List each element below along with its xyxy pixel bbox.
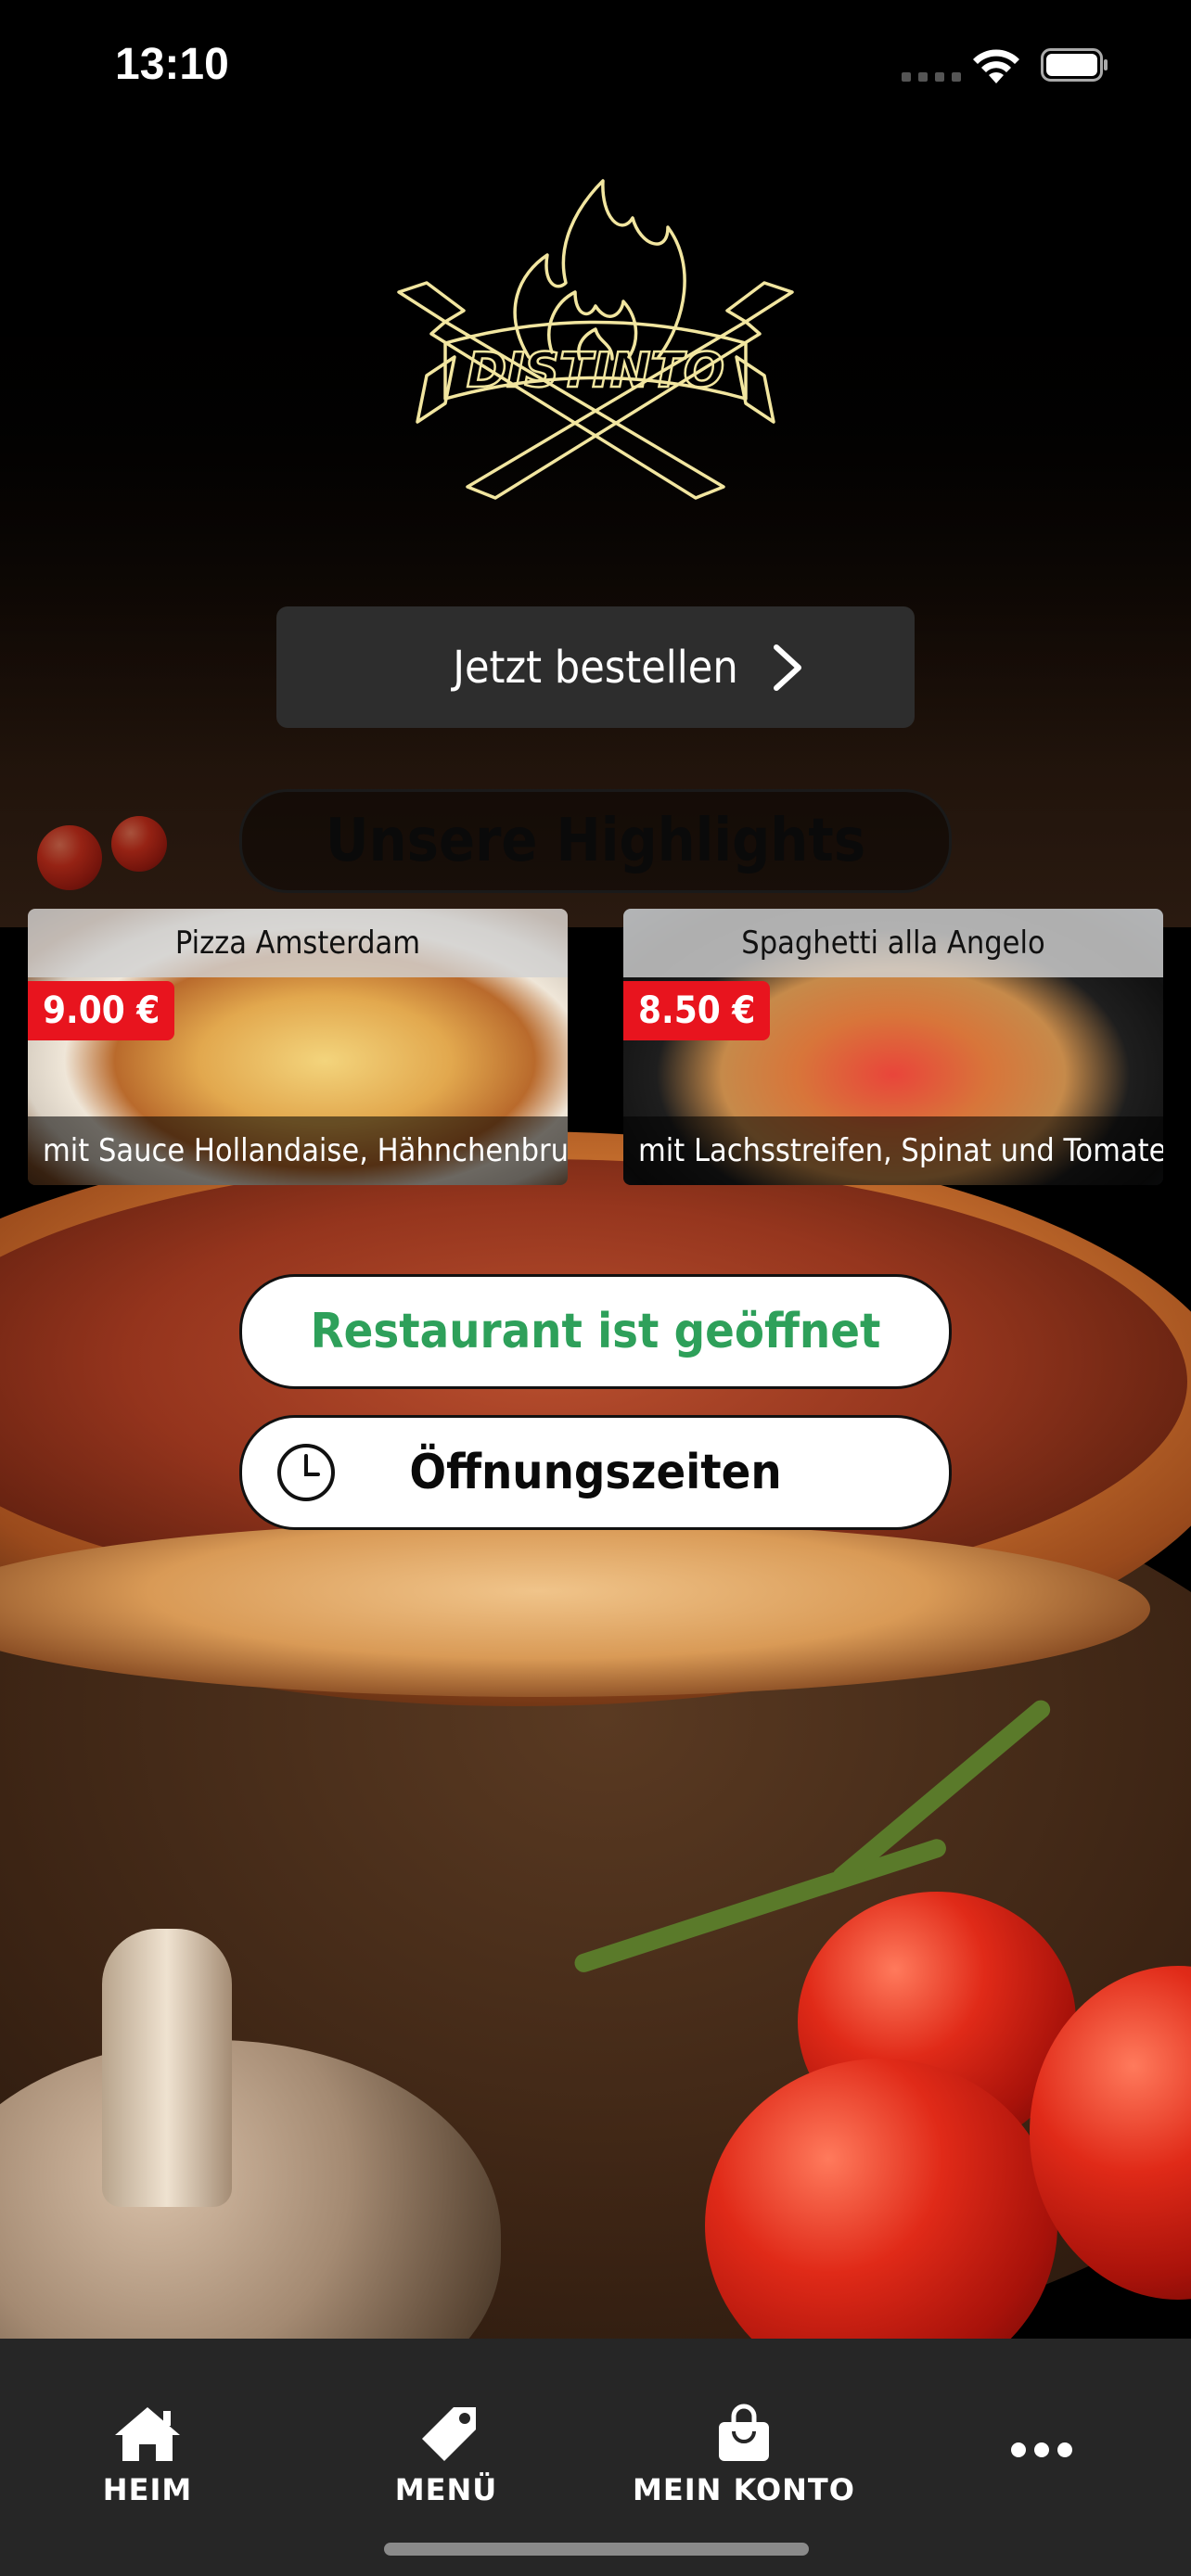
highlights-title: Unsere Highlights bbox=[239, 789, 952, 893]
highlight-card[interactable]: Pizza Amsterdam 9.00 € mit Sauce Holland… bbox=[28, 909, 568, 1185]
tab-label: MENÜ bbox=[394, 2472, 498, 2507]
order-now-button[interactable]: Jetzt bestellen bbox=[276, 606, 915, 728]
tab-label: MEIN KONTO bbox=[633, 2472, 855, 2507]
opening-hours-label: Öffnungszeiten bbox=[409, 1445, 782, 1500]
clock-icon bbox=[277, 1444, 335, 1501]
battery-icon bbox=[1041, 48, 1108, 82]
distinto-logo: DISTINTO bbox=[397, 179, 794, 500]
tab-more[interactable] bbox=[921, 2441, 1162, 2459]
status-bar: 13:10 bbox=[0, 0, 1191, 130]
highlight-card[interactable]: Spaghetti alla Angelo 8.50 € mit Lachsst… bbox=[623, 909, 1163, 1185]
shopping-bag-icon bbox=[719, 2404, 769, 2461]
home-icon bbox=[115, 2407, 180, 2461]
chevron-right-icon bbox=[774, 644, 801, 691]
dish-description: mit Sauce Hollandaise, Hähnchenbrustfile… bbox=[28, 1116, 568, 1185]
tab-bar: HEIM MENÜ MEIN KONTO bbox=[0, 2339, 1191, 2576]
restaurant-status-button[interactable]: Restaurant ist geöffnet bbox=[239, 1274, 952, 1389]
price-badge: 9.00 € bbox=[28, 981, 175, 1040]
price-badge: 8.50 € bbox=[623, 981, 771, 1040]
home-indicator bbox=[384, 2543, 809, 2556]
dish-name: Spaghetti alla Angelo bbox=[623, 909, 1163, 977]
tag-icon bbox=[422, 2407, 476, 2461]
tab-label: HEIM bbox=[102, 2472, 193, 2507]
dish-description: mit Lachsstreifen, Spinat und Tomaten-S.… bbox=[623, 1116, 1163, 1185]
logo-text: DISTINTO bbox=[467, 343, 724, 399]
opening-hours-button[interactable]: Öffnungszeiten bbox=[239, 1415, 952, 1530]
cellular-signal-icon bbox=[902, 72, 961, 82]
tab-home[interactable]: HEIM bbox=[27, 2404, 268, 2507]
tab-menu[interactable]: MENÜ bbox=[326, 2404, 567, 2507]
tab-account[interactable]: MEIN KONTO bbox=[623, 2404, 864, 2507]
more-icon bbox=[1011, 2442, 1072, 2457]
wifi-icon bbox=[973, 49, 1019, 83]
order-now-label: Jetzt bestellen bbox=[453, 641, 738, 694]
status-time: 13:10 bbox=[115, 40, 229, 89]
dish-name: Pizza Amsterdam bbox=[28, 909, 568, 977]
restaurant-status-label: Restaurant ist geöffnet bbox=[310, 1304, 881, 1359]
